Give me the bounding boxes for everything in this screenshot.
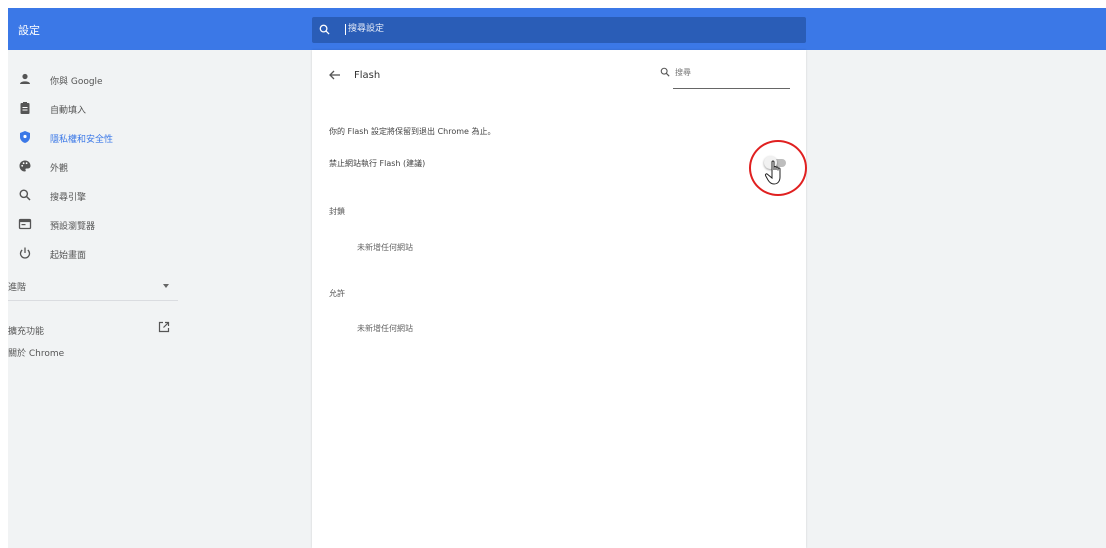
search-icon — [660, 67, 670, 77]
block-flash-label: 禁止網站執行 Flash (建議) — [329, 159, 426, 168]
sidebar-item-label: 起始畫面 — [50, 251, 87, 261]
settings-window: 設定 搜尋設定 你與 Google 自動填入 隱私權和安全性 外觀 搜尋引擎 預… — [8, 8, 1106, 548]
open-in-new-icon — [158, 321, 170, 333]
sidebar-item-you-and-google[interactable]: 你與 Google — [8, 66, 188, 92]
sidebar-item-label: 外觀 — [50, 164, 69, 174]
section-title-allow: 允許 — [329, 289, 345, 298]
sidebar-divider — [8, 300, 178, 301]
sidebar-item-default-browser[interactable]: 預設瀏覽器 — [8, 211, 188, 237]
person-icon — [20, 73, 30, 84]
app-title: 設定 — [18, 24, 40, 37]
extensions-link[interactable]: 擴充功能 — [8, 318, 178, 338]
power-icon — [19, 247, 31, 259]
sidebar-item-on-startup[interactable]: 起始畫面 — [8, 240, 188, 266]
search-underline — [673, 88, 790, 89]
about-chrome-link[interactable]: 關於 Chrome — [8, 346, 64, 359]
sidebar-item-label: 你與 Google — [50, 77, 103, 87]
flash-notice: 你的 Flash 設定將保留到退出 Chrome 為止。 — [329, 127, 496, 136]
sidebar-item-search-engine[interactable]: 搜尋引擎 — [8, 182, 188, 208]
palette-icon — [19, 160, 31, 172]
clipboard-icon — [20, 102, 30, 114]
chevron-down-icon — [163, 284, 169, 288]
extensions-label: 擴充功能 — [8, 327, 45, 337]
page-search-input[interactable]: 搜尋 — [660, 64, 792, 89]
sidebar-item-autofill[interactable]: 自動填入 — [8, 95, 188, 121]
section-title-block: 封鎖 — [329, 207, 345, 216]
settings-search-input[interactable]: 搜尋設定 — [312, 17, 806, 43]
sidebar-item-label: 預設瀏覽器 — [50, 222, 96, 232]
top-bar: 設定 搜尋設定 — [8, 8, 1106, 50]
sidebar-item-label: 隱私權和安全性 — [50, 135, 114, 145]
sidebar-item-label: 自動填入 — [50, 106, 87, 116]
search-icon — [319, 24, 330, 35]
section-empty-allow: 未新增任何網站 — [357, 324, 413, 333]
section-empty-block: 未新增任何網站 — [357, 243, 413, 252]
flash-settings-panel: Flash 搜尋 你的 Flash 設定將保留到退出 Chrome 為止。 禁止… — [312, 50, 806, 548]
advanced-label: 進階 — [8, 283, 27, 293]
search-placeholder: 搜尋 — [675, 68, 691, 77]
shield-icon — [20, 131, 30, 143]
page-title: Flash — [354, 70, 381, 81]
sidebar-item-privacy-security[interactable]: 隱私權和安全性 — [8, 124, 188, 150]
search-icon — [19, 189, 31, 201]
sidebar-item-label: 搜尋引擎 — [50, 193, 87, 203]
sidebar: 你與 Google 自動填入 隱私權和安全性 外觀 搜尋引擎 預設瀏覽器 起始畫… — [8, 50, 312, 548]
advanced-toggle[interactable]: 進階 — [8, 273, 178, 295]
browser-icon — [18, 218, 32, 230]
sidebar-item-appearance[interactable]: 外觀 — [8, 153, 188, 179]
back-arrow-icon[interactable] — [328, 68, 342, 82]
search-placeholder: 搜尋設定 — [345, 24, 384, 35]
hand-cursor-icon — [764, 160, 781, 185]
